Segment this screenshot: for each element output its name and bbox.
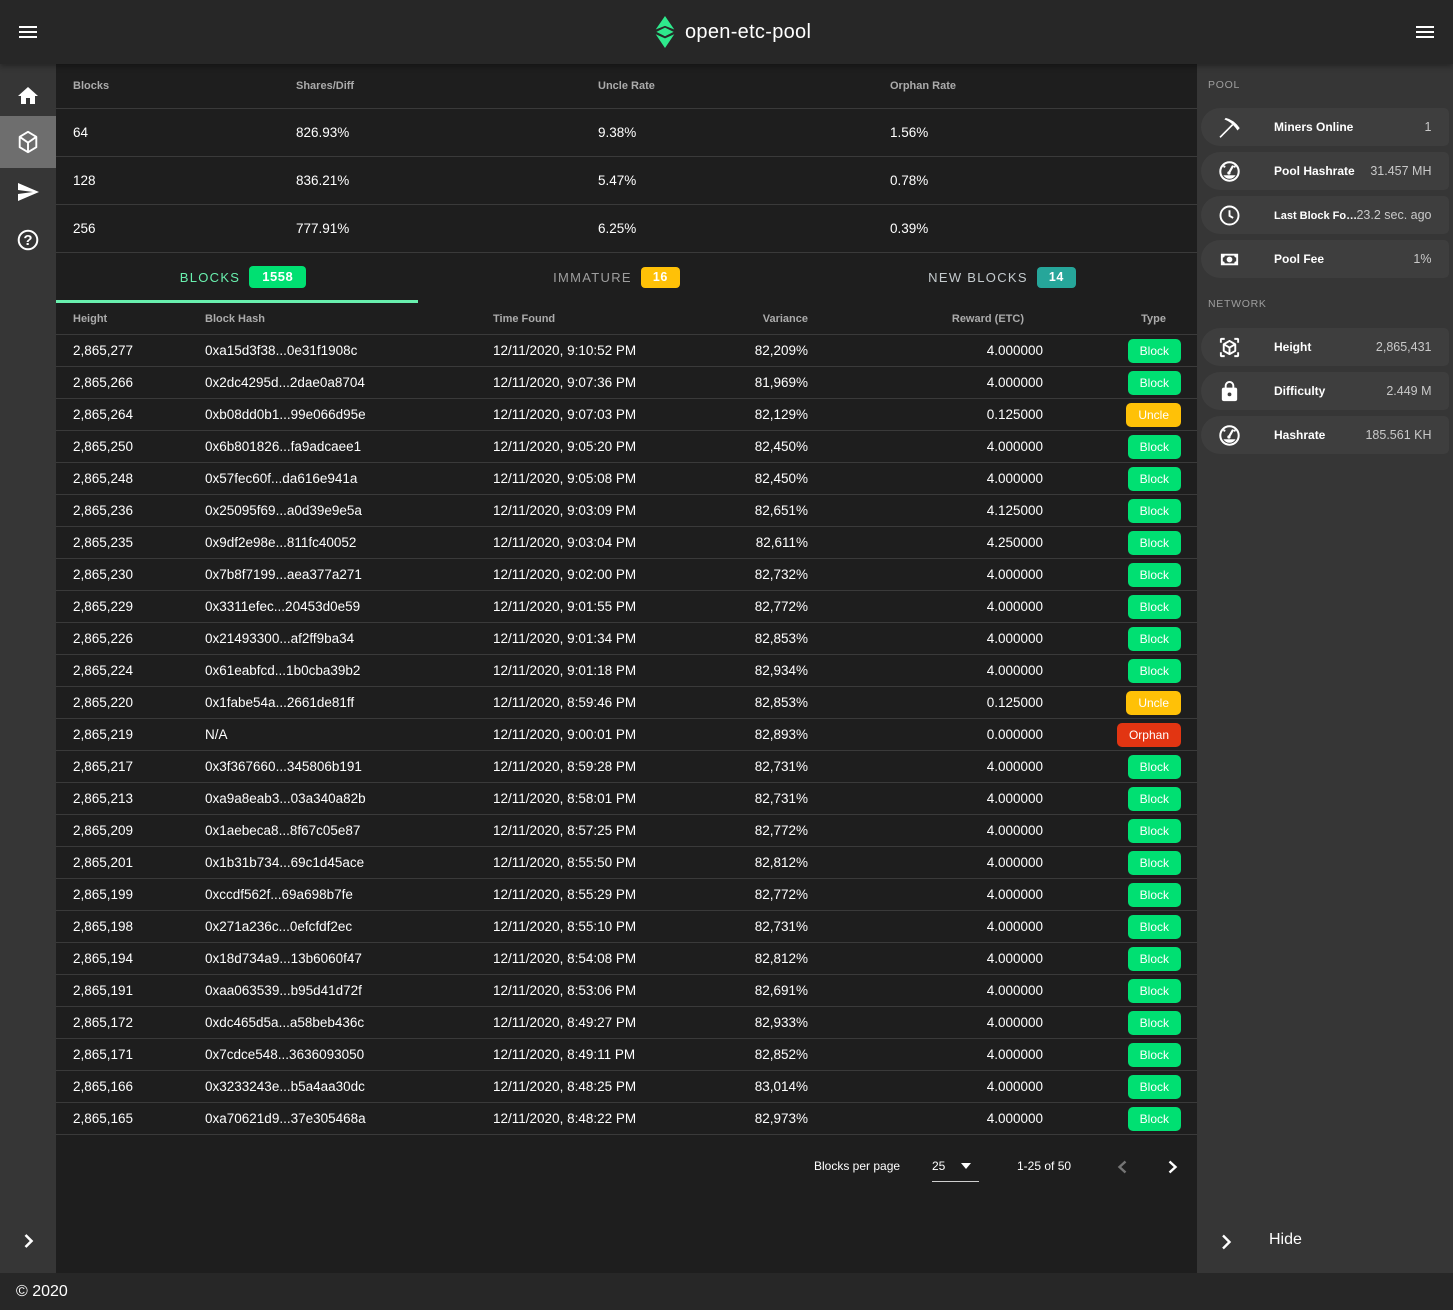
- svg-text:?: ?: [23, 232, 32, 249]
